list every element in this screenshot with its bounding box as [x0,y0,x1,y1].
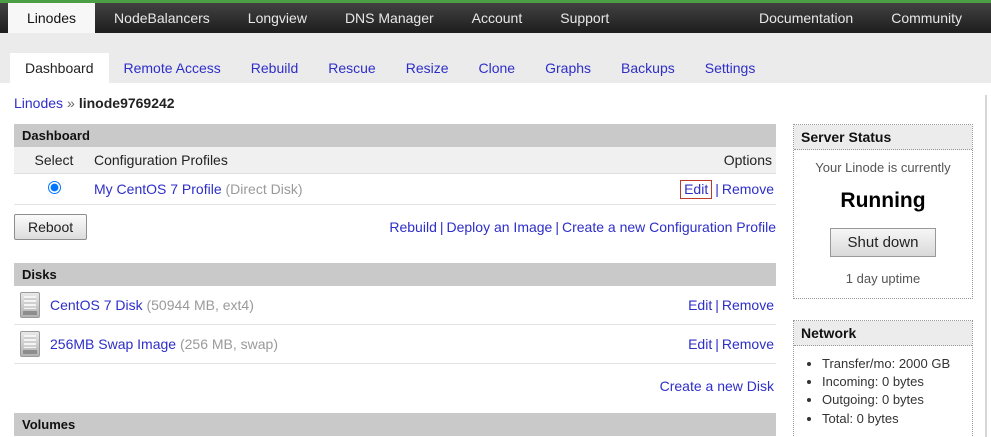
create-new-disk-link[interactable]: Create a new Disk [660,378,774,394]
top-tab-support[interactable]: Support [541,3,628,33]
sub-tab-clone[interactable]: Clone [464,53,531,83]
hard-drive-icon [20,292,40,318]
volumes-section-header: Volumes [14,413,776,436]
network-box: Network Transfer/mo: 2000 GB Incoming: 0… [793,320,973,437]
top-tab-nodebalancers[interactable]: NodeBalancers [95,3,229,33]
column-options: Options [656,152,776,168]
breadcrumb-linodes-link[interactable]: Linodes [14,95,63,111]
sub-tab-dashboard[interactable]: Dashboard [10,53,109,83]
breadcrumb: Linodes»linode9769242 [0,83,991,124]
top-nav-right: Documentation Community [740,3,991,33]
dashboard-actions: Reboot Rebuild|Deploy an Image|Create a … [14,214,776,240]
top-nav-tabs: Linodes NodeBalancers Longview DNS Manag… [0,3,740,33]
top-nav: Linodes NodeBalancers Longview DNS Manag… [0,0,991,33]
network-stat: Transfer/mo: 2000 GB [822,355,966,373]
top-tab-linodes[interactable]: Linodes [8,3,95,33]
breadcrumb-current: linode9769242 [79,95,175,111]
sub-tab-rescue[interactable]: Rescue [313,53,390,83]
rebuild-link[interactable]: Rebuild [389,219,436,235]
top-link-documentation[interactable]: Documentation [740,3,872,33]
server-status-box: Server Status Your Linode is currently R… [793,124,973,299]
network-stat: Total: 0 bytes [822,410,966,428]
column-configuration-profiles: Configuration Profiles [94,152,656,168]
disk-name-link[interactable]: CentOS 7 Disk [50,297,143,313]
deploy-image-link[interactable]: Deploy an Image [447,219,553,235]
hard-drive-icon [20,331,40,357]
pipe-separator: | [715,336,719,352]
disk-edit-link[interactable]: Edit [688,336,712,352]
network-stats-list: Transfer/mo: 2000 GB Incoming: 0 bytes O… [822,355,966,428]
pipe-separator: | [715,297,719,313]
network-title: Network [794,321,972,346]
profile-remove-link[interactable]: Remove [722,181,774,197]
sub-tab-graphs[interactable]: Graphs [530,53,606,83]
shut-down-button[interactable]: Shut down [830,228,937,257]
profile-radio[interactable] [48,181,61,194]
right-edge-divider [985,95,987,437]
sub-tab-backups[interactable]: Backups [606,53,690,83]
disks-section-header: Disks [14,263,776,286]
sub-tab-settings[interactable]: Settings [690,53,771,83]
profiles-table-header: Select Configuration Profiles Options [14,147,776,174]
disk-remove-link[interactable]: Remove [722,297,774,313]
network-stat: Incoming: 0 bytes [822,373,966,391]
sub-tab-rebuild[interactable]: Rebuild [236,53,313,83]
sub-tab-resize[interactable]: Resize [391,53,464,83]
top-link-community[interactable]: Community [872,3,981,33]
profile-detail: (Direct Disk) [226,181,303,197]
sub-nav: Dashboard Remote Access Rebuild Rescue R… [0,33,991,83]
disk-remove-link[interactable]: Remove [722,336,774,352]
network-stat: Outgoing: 0 bytes [822,391,966,409]
server-uptime: 1 day uptime [800,271,966,286]
main-column: Dashboard Select Configuration Profiles … [14,124,776,436]
top-tab-account[interactable]: Account [453,3,542,33]
breadcrumb-separator: » [67,95,75,111]
top-tab-dns-manager[interactable]: DNS Manager [326,3,453,33]
edit-annotation-box: Edit [680,180,712,199]
reboot-button[interactable]: Reboot [14,214,87,240]
server-status-title: Server Status [794,125,972,150]
disk-detail: (50944 MB, ext4) [146,297,253,313]
column-select: Select [14,152,94,168]
create-config-profile-link[interactable]: Create a new Configuration Profile [562,219,776,235]
profile-edit-link[interactable]: Edit [684,181,708,197]
disk-row: CentOS 7 Disk (50944 MB, ext4) Edit|Remo… [14,286,776,325]
profile-name-link[interactable]: My CentOS 7 Profile [94,181,222,197]
server-status-line: Your Linode is currently [800,160,966,175]
pipe-separator: | [715,181,719,197]
top-tab-longview[interactable]: Longview [229,3,326,33]
sidebar: Server Status Your Linode is currently R… [793,124,973,437]
pipe-separator: | [440,219,444,235]
disk-detail: (256 MB, swap) [180,336,278,352]
sub-tab-remote-access[interactable]: Remote Access [109,53,236,83]
disk-name-link[interactable]: 256MB Swap Image [50,336,176,352]
server-status-state: Running [800,189,966,213]
page-content: Linodes»linode9769242 Dashboard Select C… [0,83,991,437]
disk-row: 256MB Swap Image (256 MB, swap) Edit|Rem… [14,325,776,364]
dashboard-section-header: Dashboard [14,124,776,147]
pipe-separator: | [555,219,559,235]
profile-row: My CentOS 7 Profile (Direct Disk) Edit |R… [14,174,776,205]
disk-edit-link[interactable]: Edit [688,297,712,313]
